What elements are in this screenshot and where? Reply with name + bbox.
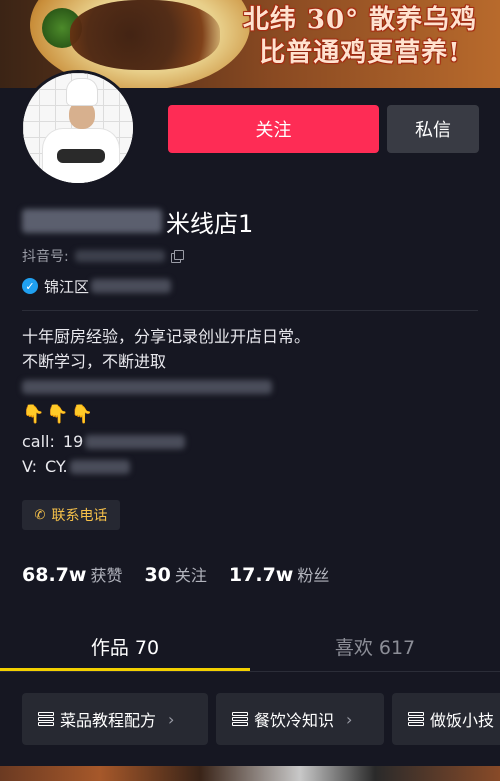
bio-line-redacted — [22, 374, 482, 399]
stat-following[interactable]: 30 关注 — [144, 562, 206, 586]
tab-divider — [0, 671, 500, 672]
banner-slogan: 北纬 30° 散养乌鸡 比普通鸡更营养! — [240, 4, 480, 69]
location-prefix: 锦江区 — [44, 277, 90, 296]
chevron-right-icon: › — [168, 709, 175, 729]
stat-followers[interactable]: 17.7w 粉丝 — [229, 562, 329, 586]
verified-check-icon: ✓ — [22, 278, 38, 294]
collection-label: 餐饮冷知识 — [254, 711, 335, 730]
pointing-down-icons: 👇👇👇 — [22, 403, 96, 425]
account-id-row: 抖音号: — [22, 246, 184, 266]
bio-v-line: V: CY. — [22, 454, 482, 479]
collection-label: 菜品教程配方 — [60, 711, 157, 730]
redacted-wechat — [69, 459, 130, 474]
stack-icon — [232, 712, 248, 726]
contact-phone-button[interactable]: ✆ 联系电话 — [22, 500, 120, 530]
bio-line-2: 不断学习，不断进取 — [22, 352, 167, 371]
stack-icon — [408, 712, 424, 726]
video-thumbnails-strip — [0, 766, 500, 781]
stat-label: 关注 — [174, 566, 207, 585]
collection-chip-recipes[interactable]: 菜品教程配方 › — [22, 693, 208, 745]
divider — [22, 310, 478, 311]
stat-likes[interactable]: 68.7w 获赞 — [22, 562, 122, 586]
name-suffix: 米线店1 — [166, 209, 254, 238]
message-button[interactable]: 私信 — [387, 105, 479, 153]
stat-label: 获赞 — [90, 566, 123, 585]
stat-value: 68.7w — [22, 564, 87, 586]
bio: 十年厨房经验，分享记录创业开店日常。 不断学习，不断进取 👇👇👇 call: 1… — [22, 324, 482, 479]
profile-stats: 68.7w 获赞 30 关注 17.7w 粉丝 — [22, 562, 351, 588]
profile-name: 米线店1 — [22, 204, 253, 238]
v-visible-chars: CY. — [45, 457, 68, 476]
collection-label: 做饭小技 — [430, 711, 495, 730]
redacted-account-id — [74, 250, 165, 262]
redacted-location — [91, 279, 172, 293]
profile-tabs: 作品 70 喜欢 617 — [0, 620, 500, 672]
account-id-label: 抖音号: — [22, 249, 69, 265]
collection-chip-knowledge[interactable]: 餐饮冷知识 › — [216, 693, 384, 745]
chef-hat — [67, 79, 97, 105]
phone-icon: ✆ — [34, 507, 46, 523]
call-visible-digits: 19 — [62, 432, 84, 451]
stat-value: 30 — [144, 564, 171, 586]
chef-arms — [57, 149, 105, 163]
collection-chip-tips[interactable]: 做饭小技 — [392, 693, 500, 745]
v-label: V: — [22, 457, 38, 476]
stat-label: 粉丝 — [297, 566, 330, 585]
meat-topping — [70, 0, 220, 70]
bio-call-line: call: 19 — [22, 429, 482, 454]
redacted-bio-text — [22, 379, 272, 394]
stat-value: 17.7w — [228, 564, 294, 586]
location-row: ✓ 锦江区 — [22, 276, 172, 296]
banner-line-1: 北纬 30° 散养乌鸡 — [242, 5, 478, 35]
chef-face — [69, 101, 95, 129]
redacted-phone — [85, 434, 186, 449]
tab-works[interactable]: 作品 70 — [0, 620, 250, 672]
collection-chips: 菜品教程配方 › 餐饮冷知识 › 做饭小技 — [22, 693, 500, 745]
chevron-right-icon: › — [346, 709, 353, 729]
follow-button[interactable]: 关注 — [168, 105, 379, 153]
call-label: call: — [22, 432, 55, 451]
avatar[interactable] — [20, 70, 136, 186]
bio-line-1: 十年厨房经验，分享记录创业开店日常。 — [22, 327, 311, 346]
stack-icon — [38, 712, 54, 726]
copy-icon[interactable] — [170, 250, 184, 263]
redacted-name — [22, 209, 162, 233]
tab-likes[interactable]: 喜欢 617 — [250, 620, 500, 672]
contact-label: 联系电话 — [51, 508, 108, 524]
banner-line-2: 比普通鸡更营养! — [259, 37, 461, 68]
